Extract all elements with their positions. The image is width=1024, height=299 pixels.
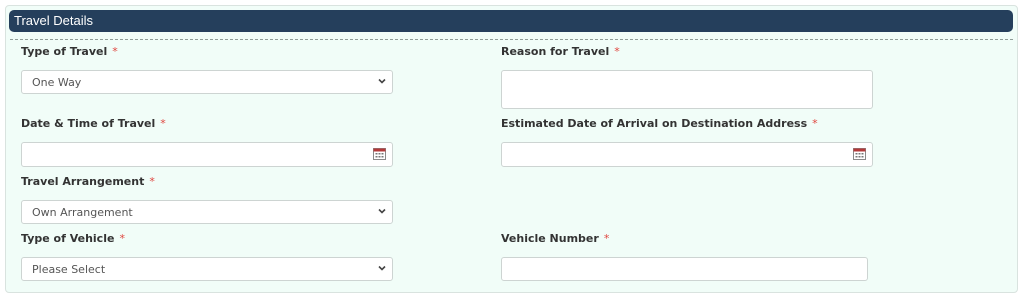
type-of-travel-label-text: Type of Travel [21, 45, 108, 58]
type-of-vehicle-select[interactable]: Please Select [21, 257, 393, 281]
section-header: Travel Details [9, 10, 1013, 32]
date-time-of-travel-label-text: Date & Time of Travel [21, 117, 156, 130]
reason-for-travel-label: Reason for Travel * [501, 45, 620, 59]
estimated-arrival-label: Estimated Date of Arrival on Destination… [501, 117, 818, 131]
required-marker: * [614, 45, 620, 58]
type-of-travel-select[interactable]: One Way [21, 70, 393, 94]
calendar-icon[interactable] [853, 148, 866, 160]
date-time-of-travel-input[interactable] [21, 142, 393, 167]
travel-arrangement-label: Travel Arrangement * [21, 175, 155, 189]
section-divider [10, 39, 1013, 40]
chevron-down-icon [378, 78, 386, 84]
type-of-vehicle-value: Please Select [32, 263, 106, 276]
vehicle-number-label-text: Vehicle Number [501, 232, 599, 245]
type-of-vehicle-label: Type of Vehicle * [21, 232, 125, 246]
type-of-vehicle-label-text: Type of Vehicle [21, 232, 115, 245]
required-marker: * [160, 117, 166, 130]
estimated-arrival-label-text: Estimated Date of Arrival on Destination… [501, 117, 808, 130]
reason-for-travel-label-text: Reason for Travel [501, 45, 610, 58]
type-of-travel-label: Type of Travel * [21, 45, 118, 59]
required-marker: * [603, 232, 610, 245]
date-time-of-travel-label: Date & Time of Travel * [21, 117, 166, 131]
travel-arrangement-label-text: Travel Arrangement [21, 175, 145, 188]
type-of-travel-value: One Way [32, 76, 82, 89]
calendar-icon[interactable] [373, 148, 386, 160]
reason-for-travel-textarea[interactable] [501, 70, 873, 109]
estimated-arrival-input[interactable] [501, 142, 873, 167]
required-marker: * [112, 45, 118, 58]
travel-arrangement-select[interactable]: Own Arrangement [21, 200, 393, 224]
travel-arrangement-value: Own Arrangement [32, 206, 133, 219]
required-marker: * [812, 117, 818, 130]
required-marker: * [119, 232, 125, 245]
chevron-down-icon [378, 208, 386, 214]
vehicle-number-label: Vehicle Number * [501, 232, 609, 246]
chevron-down-icon [378, 265, 386, 271]
required-marker: * [149, 175, 155, 188]
section-title: Travel Details [14, 13, 93, 28]
vehicle-number-input[interactable] [501, 257, 868, 281]
